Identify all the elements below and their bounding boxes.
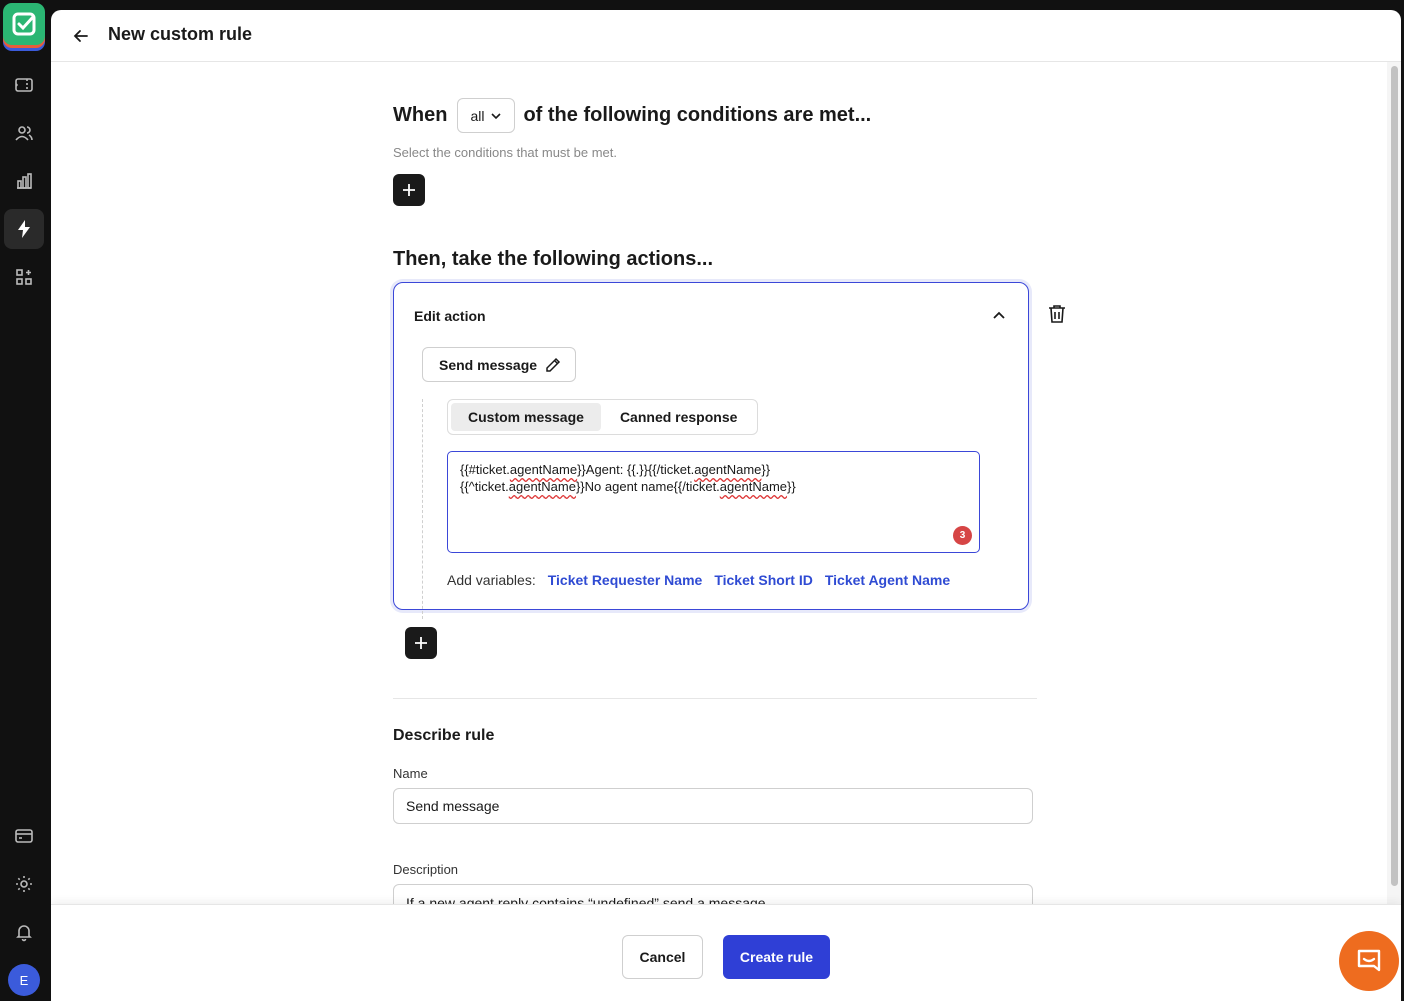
nav-reports-icon[interactable]: [4, 161, 44, 201]
description-label: Description: [393, 862, 459, 877]
message-line: {{^ticket.agentName}}No agent name{{/tic…: [460, 479, 796, 494]
app-logo[interactable]: [3, 3, 45, 45]
actions-heading: Then, take the following actions...: [393, 248, 714, 270]
nav-tickets-icon[interactable]: [4, 65, 44, 105]
chat-icon: [1357, 949, 1381, 972]
edit-action-card: Edit action Send message Custom message …: [393, 282, 1029, 619]
send-message-button[interactable]: Send message: [422, 347, 577, 382]
create-rule-button[interactable]: Create rule: [723, 935, 830, 979]
page-header: New custom rule: [51, 10, 1401, 62]
message-line: {{#ticket.agentName}}Agent: {{.}}{{/tick…: [460, 462, 771, 477]
describe-heading: Describe rule: [393, 727, 495, 744]
variable-ticket-agent-name[interactable]: Ticket Agent Name: [825, 572, 950, 588]
add-condition-button[interactable]: [393, 174, 425, 206]
send-message-label: Send message: [439, 356, 538, 373]
cancel-button[interactable]: Cancel: [622, 935, 703, 979]
variable-ticket-requester-name[interactable]: Ticket Requester Name: [548, 572, 703, 588]
plus-icon: [403, 184, 415, 196]
page-title: New custom rule: [108, 24, 253, 44]
chevron-down-icon: [491, 112, 502, 119]
add-variables-row: Add variables: Ticket Requester Name Tic…: [447, 572, 950, 588]
chevron-up-icon[interactable]: [990, 307, 1008, 325]
nav-billing-icon[interactable]: [4, 816, 44, 856]
main-panel: New custom rule When all of the followin…: [51, 10, 1401, 1001]
pencil-icon: [546, 357, 561, 372]
conditions-heading: When all of the following conditions are…: [393, 98, 871, 133]
spellcheck-error-badge[interactable]: 3: [953, 526, 972, 545]
message-textarea[interactable]: {{#ticket.agentName}}Agent: {{.}}{{/tick…: [447, 451, 980, 553]
tab-canned-response[interactable]: Canned response: [603, 403, 754, 431]
sidebar: E: [0, 0, 51, 1001]
conditions-prefix: When: [393, 104, 448, 126]
conditions-hint: Select the conditions that must be met.: [393, 145, 618, 160]
nav-settings-icon[interactable]: [4, 864, 44, 904]
logo-check-icon: [12, 12, 36, 36]
conditions-suffix: of the following conditions are met...: [523, 104, 872, 126]
nav-automations-icon[interactable]: [4, 209, 44, 249]
card-title: Edit action: [414, 308, 486, 324]
name-input[interactable]: Send message: [393, 788, 1033, 824]
nav-apps-icon[interactable]: [4, 257, 44, 297]
nav-notifications-icon[interactable]: [4, 912, 44, 952]
tab-custom-message[interactable]: Custom message: [451, 403, 601, 431]
variable-ticket-short-id[interactable]: Ticket Short ID: [714, 572, 813, 588]
back-arrow-icon[interactable]: [69, 24, 93, 48]
plus-icon: [415, 637, 427, 649]
message-type-toggle: Custom message Canned response: [447, 399, 759, 435]
match-select[interactable]: all: [457, 98, 516, 133]
footer-bar: Cancel Create rule: [51, 904, 1401, 1001]
add-action-button[interactable]: [405, 627, 437, 659]
nav-users-icon[interactable]: [4, 113, 44, 153]
user-avatar[interactable]: E: [8, 964, 40, 996]
scrollbar-thumb[interactable]: [1391, 66, 1398, 886]
action-tree-line: [422, 399, 423, 619]
trash-icon[interactable]: [1046, 303, 1068, 325]
name-input-value: Send message: [406, 798, 500, 814]
match-select-value: all: [470, 107, 485, 124]
variables-label: Add variables:: [447, 572, 536, 588]
chat-widget-button[interactable]: [1339, 931, 1399, 991]
section-divider: [393, 698, 1037, 699]
name-label: Name: [393, 766, 428, 781]
